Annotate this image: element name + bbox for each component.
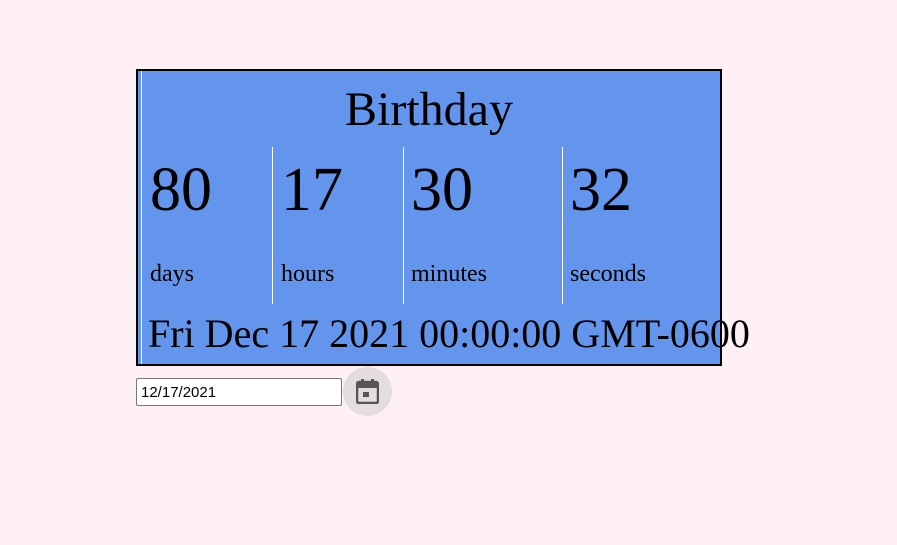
days-unit: 80 days xyxy=(144,147,272,304)
date-picker-button[interactable] xyxy=(343,367,392,416)
date-input[interactable] xyxy=(136,378,342,406)
unit-divider xyxy=(403,147,404,304)
days-label: days xyxy=(150,261,194,287)
hours-value: 17 xyxy=(281,156,343,224)
countdown-title: Birthday xyxy=(345,83,513,136)
seconds-unit: 32 seconds xyxy=(564,147,714,304)
seconds-label: seconds xyxy=(570,261,646,287)
hours-label: hours xyxy=(281,261,335,287)
hours-unit: 17 hours xyxy=(275,147,403,304)
minutes-value: 30 xyxy=(411,156,473,224)
unit-divider xyxy=(272,147,273,304)
minutes-unit: 30 minutes xyxy=(405,147,561,304)
days-value: 80 xyxy=(150,156,212,224)
calendar-icon xyxy=(356,379,379,404)
unit-divider xyxy=(562,147,563,304)
target-date-text: Fri Dec 17 2021 00:00:00 GMT-0600 xyxy=(148,311,750,356)
countdown-panel: Birthday 80 days 17 hours 30 minutes 32 … xyxy=(136,69,750,366)
minutes-label: minutes xyxy=(411,261,487,287)
seconds-value: 32 xyxy=(570,156,632,224)
